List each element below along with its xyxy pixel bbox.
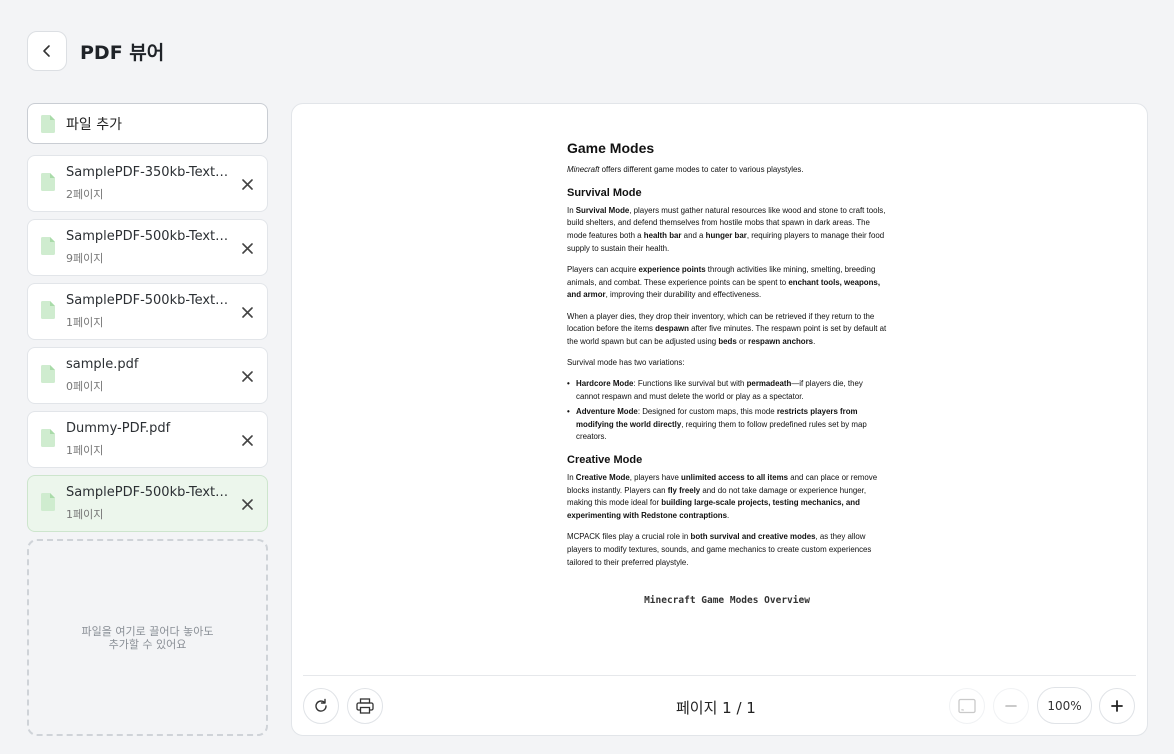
file-item[interactable]: SamplePDF-500kb-Text-Im... 9페이지 [27, 219, 268, 276]
file-icon [41, 300, 55, 323]
creative-heading: Creative Mode [567, 453, 643, 466]
remove-file-button[interactable] [239, 432, 255, 448]
file-page-count: 1페이지 [66, 444, 104, 457]
file-name: SamplePDF-350kb-Text-Im... [66, 165, 232, 180]
dropzone-text: 파일을 여기로 끌어다 놓아도 추가할 수 있어요 [81, 624, 214, 651]
file-item[interactable]: SamplePDF-500kb-Text-Im... 1페이지 [27, 283, 268, 340]
file-icon [41, 236, 55, 259]
fit-page-icon [958, 698, 976, 714]
file-name: SamplePDF-500kb-Text-Im... [66, 229, 232, 244]
file-text: SamplePDF-500kb-Text-Im... 1페이지 [66, 485, 232, 522]
file-icon [41, 114, 55, 133]
file-page-count: 2페이지 [66, 188, 104, 201]
file-name: sample.pdf [66, 357, 139, 372]
remove-file-button[interactable] [239, 240, 255, 256]
zoom-out-button[interactable] [993, 688, 1029, 724]
file-text: Dummy-PDF.pdf 1페이지 [66, 421, 232, 458]
viewer-toolbar: 페이지 1 / 1 100% [292, 676, 1147, 736]
file-sidebar: 파일 추가 SamplePDF-350kb-Text-Im... 2페이지 Samp… [27, 103, 268, 736]
fit-page-button[interactable] [949, 688, 985, 724]
file-item[interactable]: Dummy-PDF.pdf 1페이지 [27, 411, 268, 468]
doc-intro: Minecraft offers different game modes to… [567, 164, 887, 177]
variations-list: Hardcore Mode: Functions like survival b… [567, 378, 887, 444]
file-text: sample.pdf 0페이지 [66, 357, 232, 394]
survival-paragraph-4: Survival mode has two variations: [567, 358, 685, 368]
file-page-count: 1페이지 [66, 316, 104, 329]
close-icon [241, 242, 253, 254]
page-title: PDF 뷰어 [80, 42, 165, 64]
survival-paragraph-2: Players can acquire experience points th… [567, 265, 881, 300]
doc-intro-rest: offers different game modes to cater to … [599, 165, 804, 174]
chevron-left-icon [43, 45, 50, 57]
remove-file-button[interactable] [239, 304, 255, 320]
rotate-icon [315, 698, 327, 712]
file-page-count: 1페이지 [66, 508, 104, 521]
file-icon [41, 172, 55, 195]
zoom-in-button[interactable] [1099, 688, 1135, 724]
file-icon [41, 364, 55, 387]
back-button[interactable] [27, 31, 67, 71]
file-list: SamplePDF-350kb-Text-Im... 2페이지 SamplePDF-… [27, 155, 268, 532]
file-name: SamplePDF-500kb-Text-Im... [66, 293, 232, 308]
file-name: Dummy-PDF.pdf [66, 421, 171, 436]
survival-paragraph-1: In Survival Mode, players must gather na… [567, 205, 886, 253]
survival-paragraph-3: When a player dies, they drop their inve… [567, 311, 887, 347]
pdf-viewer: Game Modes Minecraft offers different ga… [291, 103, 1148, 736]
close-icon [241, 178, 253, 190]
dropzone[interactable]: 파일을 여기로 끌어다 놓아도 추가할 수 있어요 [27, 539, 268, 736]
creative-paragraph-2: MCPACK files play a crucial role in both… [567, 532, 872, 567]
remove-file-button[interactable] [239, 176, 255, 192]
close-icon [241, 434, 253, 446]
creative-paragraph-1: In Creative Mode, players have unlimited… [567, 472, 878, 521]
document-area[interactable]: Game Modes Minecraft offers different ga… [292, 104, 1147, 675]
page-indicator: 페이지 1 / 1 [676, 699, 756, 717]
zoom-in-icon [1111, 700, 1123, 712]
variation-hardcore: Hardcore Mode: Functions like survival b… [567, 378, 887, 403]
variation-adventure: Adventure Mode: Designed for custom maps… [567, 406, 887, 444]
file-icon [41, 428, 55, 451]
file-page-count: 0페이지 [66, 380, 104, 393]
add-file-button[interactable]: 파일 추가 [27, 103, 268, 144]
survival-heading: Survival Mode [567, 186, 642, 199]
close-icon [241, 498, 253, 510]
close-icon [241, 306, 253, 318]
file-text: SamplePDF-350kb-Text-Im... 2페이지 [66, 165, 232, 202]
add-file-label: 파일 추가 [66, 116, 122, 133]
file-icon [41, 492, 55, 515]
zoom-level[interactable]: 100% [1037, 687, 1092, 724]
zoom-out-icon [1005, 705, 1017, 707]
file-name: SamplePDF-500kb-Text-Im... [66, 485, 232, 500]
close-icon [241, 370, 253, 382]
file-item[interactable]: SamplePDF-350kb-Text-Im... 2페이지 [27, 155, 268, 212]
pdf-page: Game Modes Minecraft offers different ga… [567, 140, 887, 606]
doc-caption: Minecraft Game Modes Overview [644, 595, 810, 607]
doc-intro-em: Minecraft [567, 165, 600, 174]
remove-file-button[interactable] [239, 368, 255, 384]
file-text: SamplePDF-500kb-Text-Im... 9페이지 [66, 229, 232, 266]
doc-title: Game Modes [567, 140, 655, 156]
file-item[interactable]: SamplePDF-500kb-Text-Im... 1페이지 [27, 475, 268, 532]
remove-file-button[interactable] [239, 496, 255, 512]
print-button[interactable] [347, 688, 383, 724]
file-page-count: 9페이지 [66, 252, 104, 265]
file-item[interactable]: sample.pdf 0페이지 [27, 347, 268, 404]
print-icon [356, 698, 374, 714]
rotate-button[interactable] [303, 688, 339, 724]
file-text: SamplePDF-500kb-Text-Im... 1페이지 [66, 293, 232, 330]
